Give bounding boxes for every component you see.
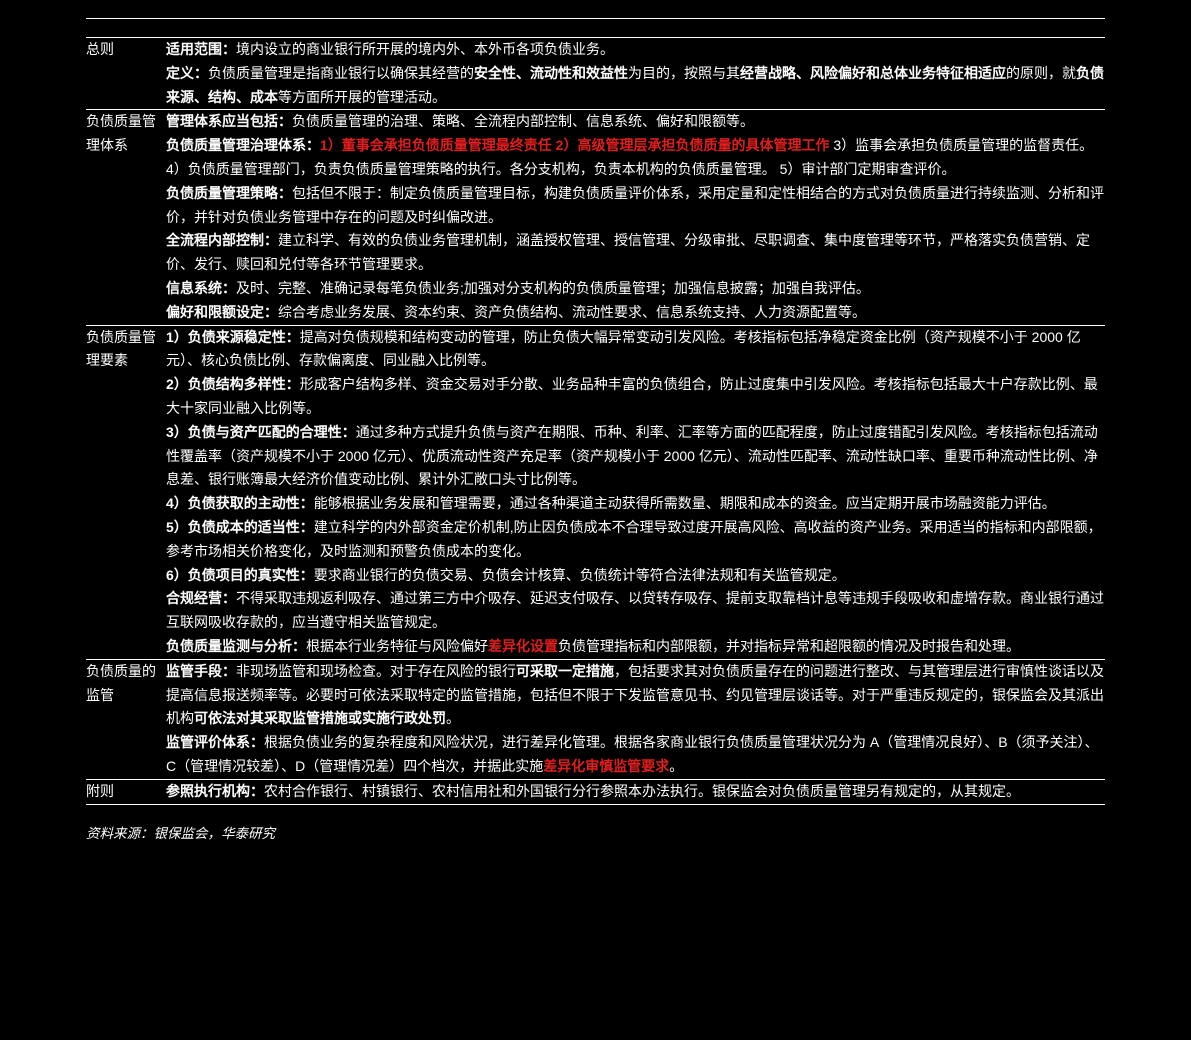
e1: 提高对负债规模和结构变动的管理，防止负债大幅异常变动引发风险。考核指标包括净稳定… xyxy=(166,329,1081,369)
e2-b: 2）负债结构多样性： xyxy=(166,376,300,392)
section-general: 总则 适用范围：境内设立的商业银行所开展的境内外、本外币各项负债业务。 定义：负… xyxy=(86,38,1105,110)
sup-eval-red: 差异化审慎监管要求 xyxy=(543,758,669,774)
app-rest: 农村合作银行、村镇银行、农村信用社和外国银行分行参照本办法执行。银保监会对负债质… xyxy=(264,783,1020,799)
section-body: 1）负债来源稳定性：提高对负债规模和结构变动的管理，防止负债大幅异常变动引发风险… xyxy=(166,325,1105,659)
sup-tools-b: 监管手段： xyxy=(166,663,236,679)
def-b2: 经营战略、风险偏好和总体业务特征相适应 xyxy=(740,65,1006,81)
def-p3: 的原则，就 xyxy=(1006,65,1076,81)
def-p1: 负债质量管理是指商业银行以确保其经营的 xyxy=(208,65,474,81)
sys-is: 及时、完整、准确记录每笔负债业务;加强对分支机构的负债质量管理；加强信息披露；加… xyxy=(236,280,870,296)
sup-eval-b: 监管评价体系： xyxy=(166,734,264,750)
sys-g-b: 负债质量管理治理体系： xyxy=(166,137,320,153)
section-body: 适用范围：境内设立的商业银行所开展的境内外、本外币各项负债业务。 定义：负债质量… xyxy=(166,38,1105,110)
sys-s-b: 负债质量管理策略： xyxy=(166,185,292,201)
document-page: 总则 适用范围：境内设立的商业银行所开展的境内外、本外币各项负债业务。 定义：负… xyxy=(0,0,1191,875)
section-label: 负债质量管理要素 xyxy=(86,325,166,659)
sys-pl-b: 偏好和限额设定： xyxy=(166,304,278,320)
app-b: 参照执行机构： xyxy=(166,783,264,799)
m-red: 差异化设置 xyxy=(488,638,558,654)
e6: 要求商业银行的负债交易、负债会计核算、负债统计等符合法律法规和有关监管规定。 xyxy=(314,567,846,583)
content-table: 总则 适用范围：境内设立的商业银行所开展的境内外、本外币各项负债业务。 定义：负… xyxy=(86,37,1105,805)
c: 不得采取违规返利吸存、通过第三方中介吸存、延迟支付吸存、以贷转存吸存、提前支取靠… xyxy=(166,590,1104,630)
sys-ic-b: 全流程内部控制： xyxy=(166,232,278,248)
sys-pl: 综合考虑业务发展、资本约束、资产负债结构、流动性要求、信息系统支持、人力资源配置… xyxy=(278,304,866,320)
sup-tools-p1: 非现场监管和现场检查。对于存在风险的银行 xyxy=(236,663,516,679)
section-label: 附则 xyxy=(86,779,166,804)
section-system: 负债质量管理体系 管理体系应当包括：负债质量管理的治理、策略、全流程内部控制、信… xyxy=(86,110,1105,325)
sup-tools-p3: 。 xyxy=(446,710,460,726)
def-p2: 为目的，按照与其 xyxy=(628,65,740,81)
e2: 形成客户结构多样、资金交易对手分散、业务品种丰富的负债组合，防止过度集中引发风险… xyxy=(166,376,1098,416)
c-b: 合规经营： xyxy=(166,590,236,606)
def-b1: 安全性、流动性和效益性 xyxy=(474,65,628,81)
top-rule xyxy=(86,18,1105,19)
section-appendix: 附则 参照执行机构：农村合作银行、村镇银行、农村信用社和外国银行分行参照本办法执… xyxy=(86,779,1105,804)
sup-tools-b3: 可依法对其采取监管措施或实施行政处罚 xyxy=(194,710,446,726)
sys-t-b: 管理体系应当包括： xyxy=(166,113,292,129)
sup-tools-b2: 可采取一定措施 xyxy=(516,663,614,679)
section-label: 负债质量的监管 xyxy=(86,659,166,779)
e4: 能够根据业务发展和管理需要，通过各种渠道主动获得所需数量、期限和成本的资金。应当… xyxy=(314,495,1056,511)
section-label: 负债质量管理体系 xyxy=(86,110,166,325)
sys-s: 包括但不限于：制定负债质量管理目标，构建负债质量评价体系，采用定量和定性相结合的… xyxy=(166,185,1104,225)
section-label: 总则 xyxy=(86,38,166,110)
scope-text: 境内设立的商业银行所开展的境内外、本外币各项负债业务。 xyxy=(236,41,614,57)
sup-eval-p2: 。 xyxy=(669,758,683,774)
section-body: 管理体系应当包括：负债质量管理的治理、策略、全流程内部控制、信息系统、偏好和限额… xyxy=(166,110,1105,325)
def-p4: 等方面所开展的管理活动。 xyxy=(278,89,446,105)
m-p2: 负债管理指标和内部限额，并对指标异常和超限额的情况及时报告和处理。 xyxy=(558,638,1020,654)
e6-b: 6）负债项目的真实性： xyxy=(166,567,314,583)
sys-t: 负债质量管理的治理、策略、全流程内部控制、信息系统、偏好和限额等。 xyxy=(292,113,754,129)
section-body: 监管手段：非现场监管和现场检查。对于存在风险的银行可采取一定措施，包括要求其对负… xyxy=(166,659,1105,779)
sys-g-red: 1）董事会承担负债质量管理最终责任 2）高级管理层承担负债质量的具体管理工作 xyxy=(320,137,829,153)
m-b: 负债质量监测与分析： xyxy=(166,638,306,654)
section-elements: 负债质量管理要素 1）负债来源稳定性：提高对负债规模和结构变动的管理，防止负债大… xyxy=(86,325,1105,659)
scope-prefix: 适用范围： xyxy=(166,41,236,57)
source-line: 资料来源：银保监会，华泰研究 xyxy=(86,823,1105,846)
m-p1: 根据本行业务特征与风险偏好 xyxy=(306,638,488,654)
e5-b: 5）负债成本的适当性： xyxy=(166,519,314,535)
def-prefix: 定义： xyxy=(166,65,208,81)
e1-b: 1）负债来源稳定性： xyxy=(166,329,300,345)
section-supervision: 负债质量的监管 监管手段：非现场监管和现场检查。对于存在风险的银行可采取一定措施… xyxy=(86,659,1105,779)
section-body: 参照执行机构：农村合作银行、村镇银行、农村信用社和外国银行分行参照本办法执行。银… xyxy=(166,779,1105,804)
e3-b: 3）负债与资产匹配的合理性： xyxy=(166,424,356,440)
e4-b: 4）负债获取的主动性： xyxy=(166,495,314,511)
sys-ic: 建立科学、有效的负债业务管理机制，涵盖授权管理、授信管理、分级审批、尽职调查、集… xyxy=(166,232,1090,272)
sys-is-b: 信息系统： xyxy=(166,280,236,296)
